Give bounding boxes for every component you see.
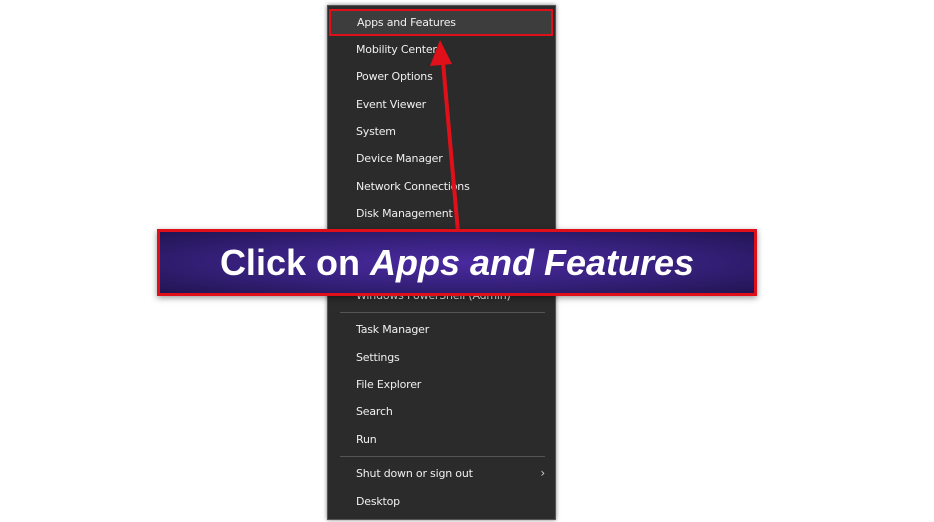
callout-emphasis: Apps and Features [369, 242, 695, 283]
instruction-callout: Click on Apps and Features [157, 229, 757, 296]
callout-prefix: Click on [219, 242, 370, 283]
